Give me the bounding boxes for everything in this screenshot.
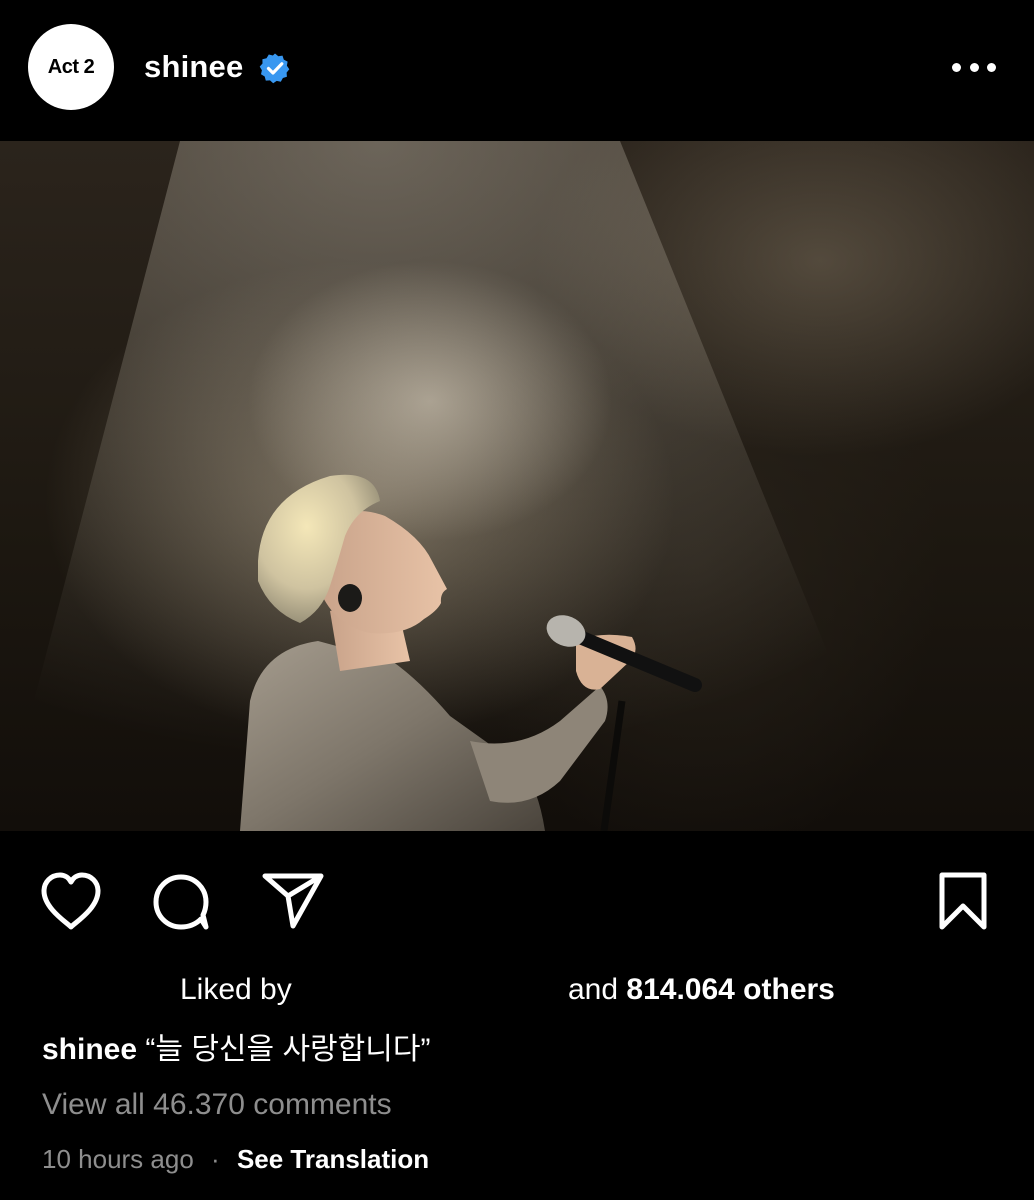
post-header: Act 2 shinee [0,0,1034,140]
verified-badge-icon [259,53,290,84]
more-dot [969,62,979,72]
liked-and-text: and [568,973,619,1006]
more-dot [987,62,996,72]
send-icon[interactable] [258,866,328,936]
liked-by-label: Liked by [180,973,292,1006]
more-options-icon[interactable] [952,54,996,80]
avatar[interactable]: Act 2 [28,24,114,110]
post-image-illustration [0,141,900,831]
caption-username[interactable]: shinee [42,1033,137,1066]
likes-summary: Liked by and 814.064 others [42,970,1002,1010]
likes-count: 814.064 others [626,973,835,1006]
view-all-comments-link[interactable]: View all 46.370 comments [42,1085,392,1125]
post-actions [0,860,1034,940]
post-timestamp: 10 hours ago [42,1144,194,1174]
bookmark-icon[interactable] [928,866,998,936]
likes-count-link[interactable]: and 814.064 others [568,970,835,1010]
caption-text: “늘 당신을 사랑합니다” [145,1033,431,1066]
post-caption: shinee “늘 당신을 사랑합니다” [42,1030,430,1070]
comment-icon[interactable] [146,866,216,936]
post-image[interactable] [0,141,1034,831]
post-meta: 10 hours ago · See Translation [42,1141,429,1177]
post-username[interactable]: shinee [144,47,243,87]
in-ear-monitor [338,584,362,612]
more-dot [952,62,961,72]
meta-separator: · [211,1144,220,1174]
heart-icon[interactable] [36,866,106,936]
avatar-label: Act 2 [47,55,95,78]
see-translation-link[interactable]: See Translation [237,1144,429,1174]
